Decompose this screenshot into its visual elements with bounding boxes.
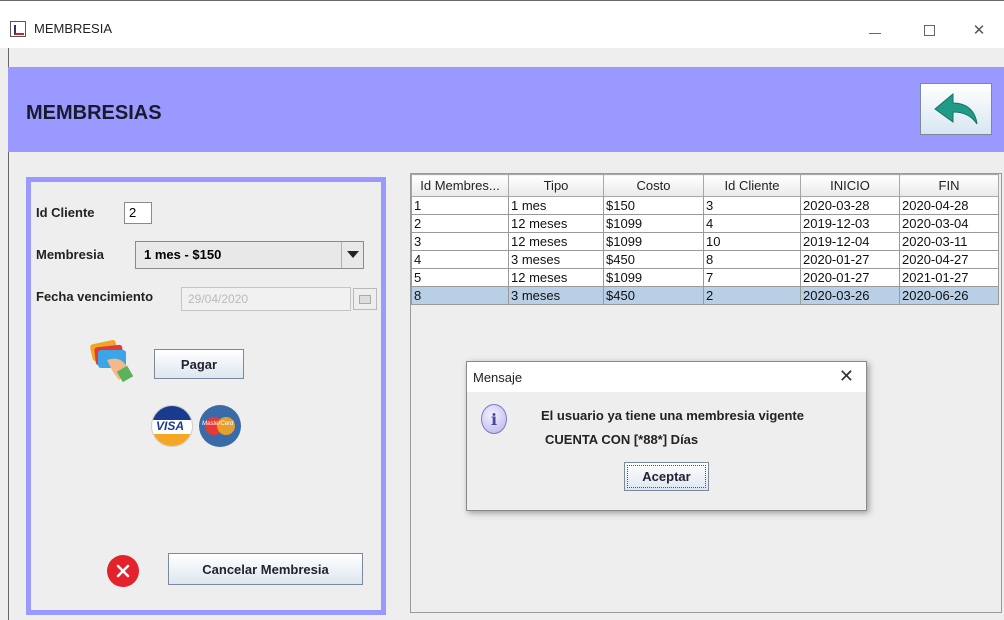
mastercard-icon: MasterCard (199, 405, 241, 447)
membership-form-panel: Id Cliente 2 Membresia 1 mes - $150 Fech… (26, 177, 386, 615)
table-cell: 2019-12-04 (800, 232, 900, 251)
fecha-vencimiento-label: Fecha vencimiento (36, 289, 154, 304)
fecha-vencimiento-field: 29/04/2020 (181, 287, 351, 311)
calendar-icon (359, 294, 371, 304)
table-cell: 2019-12-03 (800, 214, 900, 233)
close-icon: ✕ (972, 21, 986, 39)
table-cell: 12 meses (508, 232, 604, 251)
maximize-button[interactable] (906, 15, 952, 45)
dialog-close-button[interactable]: ✕ (839, 366, 854, 387)
card-payment-icon (90, 340, 134, 382)
table-cell: 2020-01-27 (800, 250, 900, 269)
table-cell: 3 meses (508, 286, 604, 305)
minimize-icon (869, 32, 881, 34)
header-banner: MEMBRESIAS (8, 67, 1004, 152)
table-cell: 2020-03-11 (899, 232, 999, 251)
column-header[interactable]: Costo (603, 174, 704, 197)
table-cell: 2020-04-28 (899, 196, 999, 215)
table-cell: 2020-03-04 (899, 214, 999, 233)
table-cell: $450 (603, 250, 704, 269)
table-cell: $1099 (603, 232, 704, 251)
column-header[interactable]: FIN (899, 174, 999, 197)
membresia-select[interactable]: 1 mes - $150 (135, 241, 364, 269)
minimize-button[interactable] (852, 15, 898, 45)
visa-text: VISA (156, 419, 185, 433)
calendar-button (353, 288, 377, 310)
column-header[interactable]: Tipo (508, 174, 604, 197)
table-cell: 12 meses (508, 268, 604, 287)
cancelar-membresia-button[interactable]: Cancelar Membresia (168, 553, 363, 585)
title-bar: MEMBRESIA ✕ (0, 0, 1004, 48)
table-cell: 4 (703, 214, 801, 233)
table-cell: 12 meses (508, 214, 604, 233)
dialog-title-bar: Mensaje ✕ (467, 362, 866, 392)
back-button[interactable] (920, 83, 992, 135)
column-header[interactable]: Id Cliente (703, 174, 801, 197)
table-cell: 3 meses (508, 250, 604, 269)
table-row[interactable]: 43 meses $450 8 2020-01-27 2020-04-27 (411, 250, 999, 269)
table-row[interactable]: 2 12 meses $1099 4 2019-12-03 2020-03-04 (411, 214, 999, 233)
maximize-icon (923, 24, 935, 36)
table-cell: 2 (411, 214, 509, 233)
aceptar-button[interactable]: Aceptar (624, 462, 709, 491)
table-cell: 2020-01-27 (800, 268, 900, 287)
table-cell: 4 (411, 250, 509, 269)
id-cliente-input[interactable]: 2 (124, 202, 152, 224)
table-cell: 2020-06-26 (899, 286, 999, 305)
pagar-button[interactable]: Pagar (154, 349, 244, 379)
table-cell: $1099 (603, 268, 704, 287)
chevron-down-icon (341, 242, 363, 268)
memberships-table: Id Membres... Tipo Costo Id Cliente INICIO FI… (411, 174, 999, 305)
table-cell: 2020-03-26 (800, 286, 900, 305)
column-header[interactable]: INICIO (800, 174, 900, 197)
table-cell: 8 (411, 286, 509, 305)
table-cell: 3 (411, 232, 509, 251)
table-row[interactable]: 11 mes $150 3 2020-03-28 2020-04-28 (411, 196, 999, 215)
table-row[interactable]: 3 12 meses $1099 10 2019-12-04 2020-03-11 (411, 232, 999, 251)
id-cliente-label: Id Cliente (36, 205, 95, 220)
table-cell: $150 (603, 196, 704, 215)
table-cell: $450 (603, 286, 704, 305)
table-cell: 7 (703, 268, 801, 287)
table-cell: $1099 (603, 214, 704, 233)
table-row[interactable]: 83 meses $450 2 2020-03-26 2020-06-26 (411, 286, 999, 305)
close-button[interactable]: ✕ (956, 15, 1002, 45)
table-cell: 2 (703, 286, 801, 305)
table-cell: 10 (703, 232, 801, 251)
info-icon: i (481, 404, 507, 434)
table-cell: 3 (703, 196, 801, 215)
column-header[interactable]: Id Membres... (411, 174, 509, 197)
mastercard-text: MasterCard (202, 421, 234, 427)
cancel-x-icon (107, 555, 139, 587)
membresia-label: Membresia (36, 247, 104, 262)
table-cell: 2020-04-27 (899, 250, 999, 269)
table-cell: 2020-03-28 (800, 196, 900, 215)
dialog-message-line1: El usuario ya tiene una membresia vigent… (541, 408, 804, 423)
membresia-selected-value: 1 mes - $150 (144, 247, 222, 262)
table-cell: 1 (411, 196, 509, 215)
table-row[interactable]: 5 12 meses $1099 7 2020-01-27 2021-01-27 (411, 268, 999, 287)
table-cell: 5 (411, 268, 509, 287)
table-cell: 2021-01-27 (899, 268, 999, 287)
visa-icon: VISA (151, 405, 193, 447)
table-cell: 8 (703, 250, 801, 269)
table-cell: 1 mes (508, 196, 604, 215)
page-title: MEMBRESIAS (26, 102, 162, 124)
back-arrow-icon (934, 92, 978, 125)
dialog-title: Mensaje (473, 370, 523, 385)
dialog-message-line2: CUENTA CON [*88*] Días (545, 432, 699, 447)
window-title: MEMBRESIA (34, 21, 113, 36)
message-dialog: Mensaje ✕ i El usuario ya tiene una memb… (466, 361, 867, 511)
java-app-icon (10, 21, 26, 37)
